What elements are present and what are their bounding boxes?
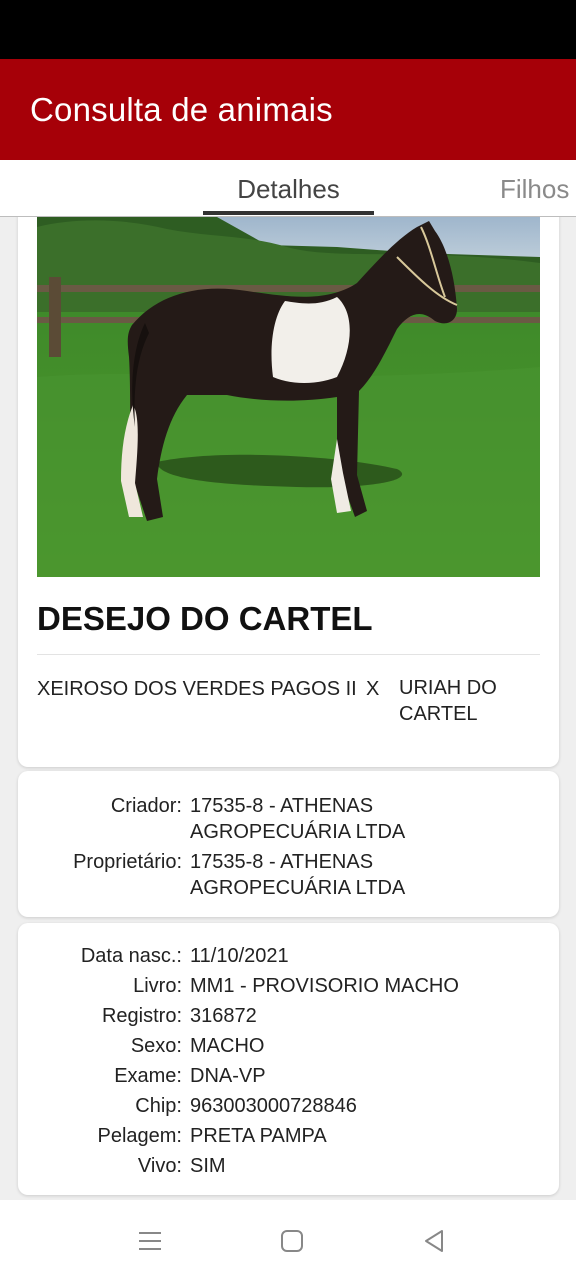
coat-label: Pelagem:	[97, 1125, 183, 1147]
book-value: MM1 - PROVISORIO MACHO	[190, 975, 459, 997]
ownership-card: Criador: 17535-8 - ATHENAS AGROPECUÁRIA …	[18, 771, 559, 917]
exam-label: Exame:	[114, 1065, 182, 1087]
breeder-value: 17535-8 - ATHENAS AGROPECUÁRIA LTDA	[190, 795, 406, 843]
chip-label: Chip:	[135, 1095, 182, 1117]
active-tab-indicator	[203, 211, 374, 215]
sex-label: Sexo:	[130, 1035, 182, 1057]
owner-value: 17535-8 - ATHENAS AGROPECUÁRIA LTDA	[190, 851, 406, 899]
dam-name: URIAH DO CARTEL	[399, 677, 497, 725]
tab-filhos[interactable]: Filhos	[500, 160, 569, 217]
book-label: Livro:	[133, 975, 182, 997]
chip-value: 963003000728846	[190, 1095, 357, 1117]
registry-value: 316872	[190, 1005, 257, 1027]
birth-date-label: Data nasc.:	[80, 945, 182, 967]
cross-symbol: X	[366, 678, 380, 700]
app-title: Consulta de animais	[30, 90, 333, 128]
back-icon[interactable]	[421, 1228, 447, 1254]
menu-icon[interactable]	[137, 1228, 163, 1254]
animal-card: DESEJO DO CARTEL XEIROSO DOS VERDES PAGO…	[18, 217, 559, 767]
divider	[37, 654, 540, 655]
tab-bar: Detalhes Filhos	[0, 160, 576, 217]
app-bar: Consulta de animais	[0, 59, 576, 160]
animal-photo	[37, 217, 540, 577]
sex-value: MACHO	[190, 1035, 265, 1057]
animal-info-card: Data nasc.: 11/10/2021 Livro: MM1 - PROV…	[18, 923, 559, 1195]
alive-label: Vivo:	[137, 1155, 182, 1177]
alive-value: SIM	[190, 1155, 226, 1177]
status-bar	[0, 0, 576, 59]
system-navigation-bar	[0, 1200, 576, 1280]
owner-label: Proprietário:	[73, 851, 182, 873]
birth-date-value: 11/10/2021	[190, 945, 289, 967]
registry-label: Registro:	[101, 1005, 182, 1027]
details-scroll-area[interactable]: DESEJO DO CARTEL XEIROSO DOS VERDES PAGO…	[0, 217, 576, 1200]
breeder-label: Criador:	[110, 795, 182, 817]
exam-value: DNA-VP	[190, 1065, 266, 1087]
home-icon[interactable]	[279, 1228, 305, 1254]
animal-name: DESEJO DO CARTEL	[37, 600, 373, 637]
tab-details[interactable]: Detalhes	[203, 160, 374, 217]
sire-name: XEIROSO DOS VERDES PAGOS II	[37, 678, 357, 700]
coat-value: PRETA PAMPA	[190, 1125, 327, 1147]
